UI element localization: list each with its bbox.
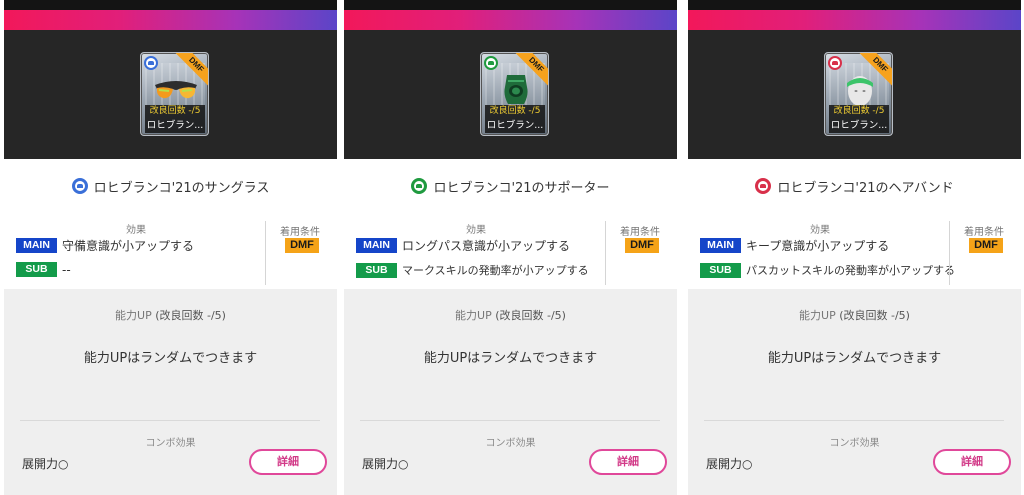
item-panel-supporter: DMF 改良回数 -/5 ロヒブラン... ロヒブランコ'21のサポーター 効果… [344,0,677,495]
combo-value: 展開力○ [706,457,753,471]
item-title-bar: ロヒブランコ'21のサポーター [344,159,677,213]
top-gradient-bar [688,0,1021,30]
item-title: ロヒブランコ'21のヘアバンド [777,180,954,196]
ability-up-title: 能力UP (改良回数 -/5) [4,307,337,323]
combo-label: コンボ効果 [145,438,196,449]
wear-condition-label: 着用条件 [964,227,1004,238]
detail-button[interactable]: 詳細 [933,449,1011,475]
item-title: ロヒブランコ'21のサングラス [93,180,270,196]
item-title: ロヒブランコ'21のサポーター [433,180,610,196]
combo-label: コンボ効果 [829,438,880,449]
item-panel-sunglasses: DMF 改良回数 -/5 ロヒブラン... ロヒブランコ'21のサングラス 効果… [4,0,337,495]
ability-up-label: 能力UP [455,309,492,322]
main-tag: MAIN [356,238,397,253]
detail-button[interactable]: 詳細 [249,449,327,475]
item-card[interactable]: DMF 改良回数 -/5 ロヒブラン... [480,52,549,136]
main-tag: MAIN [700,238,741,253]
sub-effect-text: パスカットスキルの発動率が小アップする [746,264,955,277]
sub-effect-text: -- [62,262,71,277]
item-type-icon [484,56,498,70]
main-tag: MAIN [16,238,57,253]
detail-button[interactable]: 詳細 [589,449,667,475]
main-effect-row: MAIN 守備意識が小アップする [16,237,194,254]
card-name: ロヒブラン... [485,118,545,133]
hairband-category-icon [755,178,772,194]
effects-divider [265,221,266,285]
top-gradient-bar [344,0,677,30]
item-title-bar: ロヒブランコ'21のヘアバンド [688,159,1021,213]
ability-up-label: 能力UP [115,309,152,322]
sub-tag: SUB [356,262,397,278]
main-effect-text: 守備意識が小アップする [62,239,195,253]
card-upgrade-count: 改良回数 -/5 [829,105,889,118]
effects-section: 効果 MAIN 守備意識が小アップする SUB -- 着用条件 DMF [4,213,337,289]
sunglasses-icon [155,81,197,99]
wear-condition-label: 着用条件 [280,227,320,238]
ability-up-message: 能力UPはランダムでつきます [423,351,598,366]
wear-condition-badge: DMF [969,238,1003,253]
effects-label: 効果 [466,225,486,236]
wear-condition-badge: DMF [625,238,659,253]
sub-effect-row: SUB パスカットスキルの発動率が小アップする [700,262,955,278]
item-title-bar: ロヒブランコ'21のサングラス [4,159,337,213]
ability-up-label: 能力UP [799,309,836,322]
item-type-icon [144,56,158,70]
top-gradient-bar [4,0,337,30]
card-upgrade-count: 改良回数 -/5 [485,105,545,118]
main-effect-text: キープ意識が小アップする [746,239,890,253]
ability-up-message: 能力UPはランダムでつきます [767,351,942,366]
effects-divider [949,221,950,285]
ability-up-count: (改良回数 -/5) [155,309,226,322]
sunglasses-category-icon [71,178,88,194]
sub-effect-row: SUB マークスキルの発動率が小アップする [356,262,589,278]
wear-condition-label: 着用条件 [620,227,660,238]
sub-tag: SUB [700,262,741,278]
ability-up-title: 能力UP (改良回数 -/5) [688,307,1021,323]
ability-up-title: 能力UP (改良回数 -/5) [344,307,677,323]
item-type-icon [828,56,842,70]
combo-value: 展開力○ [362,457,409,471]
item-panel-hairband: DMF 改良回数 -/5 ロヒブラン... ロヒブランコ'21のヘアバンド 効果… [688,0,1021,495]
combo-value: 展開力○ [22,457,69,471]
sub-effect-row: SUB -- [16,262,71,277]
sub-effect-text: マークスキルの発動率が小アップする [402,264,589,277]
effects-label: 効果 [810,225,830,236]
main-effect-row: MAIN ロングパス意識が小アップする [356,237,570,254]
combo-divider [360,420,660,421]
effects-label: 効果 [126,225,146,236]
ability-up-message: 能力UPはランダムでつきます [83,351,258,366]
effects-divider [605,221,606,285]
knee-support-icon [504,75,528,104]
wear-condition-badge: DMF [285,238,319,253]
card-name: ロヒブラン... [829,118,889,133]
combo-divider [20,420,320,421]
hairband-icon [847,76,873,105]
ability-up-count: (改良回数 -/5) [495,309,566,322]
card-name: ロヒブラン... [145,118,205,133]
main-effect-row: MAIN キープ意識が小アップする [700,237,889,254]
combo-divider [704,420,1004,421]
sub-tag: SUB [16,262,57,277]
supporter-category-icon [411,178,428,194]
main-effect-text: ロングパス意識が小アップする [402,239,571,253]
effects-section: 効果 MAIN ロングパス意識が小アップする SUB マークスキルの発動率が小ア… [344,213,677,289]
ability-up-count: (改良回数 -/5) [839,309,910,322]
item-card[interactable]: DMF 改良回数 -/5 ロヒブラン... [824,52,893,136]
effects-section: 効果 MAIN キープ意識が小アップする SUB パスカットスキルの発動率が小ア… [688,213,1021,289]
item-card[interactable]: DMF 改良回数 -/5 ロヒブラン... [140,52,209,136]
combo-label: コンボ効果 [485,438,536,449]
card-upgrade-count: 改良回数 -/5 [145,105,205,118]
